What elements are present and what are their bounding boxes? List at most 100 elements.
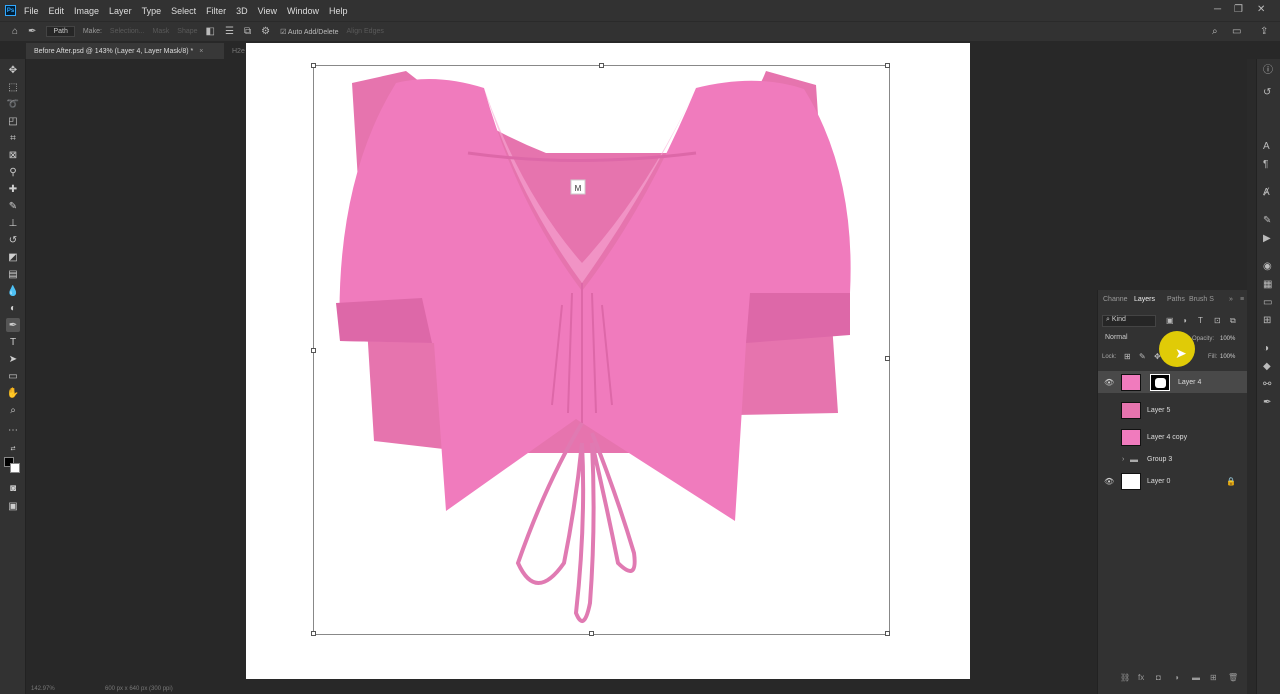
chevron-right-icon[interactable]: › [1122, 456, 1124, 463]
history-brush-tool-icon[interactable]: ↺ [6, 233, 20, 247]
align-edges-checkbox[interactable]: Align Edges [347, 28, 384, 35]
layer-mask-thumbnail[interactable] [1150, 373, 1170, 391]
swatches-icon[interactable]: ▦ [1263, 279, 1272, 290]
move-tool-icon[interactable]: ✥ [6, 63, 20, 77]
screen-mode-icon[interactable]: ▣ [6, 499, 20, 513]
transform-handle-top[interactable] [599, 63, 604, 68]
pen-tool-icon[interactable]: ✒ [6, 318, 20, 332]
quick-mask-icon[interactable]: ◙ [6, 481, 20, 495]
swap-colors-icon[interactable]: ⇄ [6, 441, 20, 455]
home-icon[interactable]: ⌂ [12, 26, 18, 37]
tab-layers[interactable]: Layers [1134, 296, 1155, 303]
layer-name[interactable]: Layer 5 [1147, 407, 1170, 414]
patterns-icon[interactable]: ⊞ [1263, 315, 1271, 326]
gear-icon[interactable]: ⚙ [261, 26, 270, 37]
character-icon[interactable]: A [1263, 141, 1270, 152]
tool-mode-select[interactable]: Path [46, 26, 75, 37]
menu-help[interactable]: Help [329, 6, 348, 16]
menu-window[interactable]: Window [287, 6, 319, 16]
minimize-icon[interactable]: ─ [1214, 4, 1221, 15]
info-icon[interactable]: ⓘ [1263, 61, 1273, 76]
hand-tool-icon[interactable]: ✋ [6, 386, 20, 400]
opacity-input[interactable]: 100% [1220, 336, 1235, 342]
tab-close-icon[interactable]: × [199, 48, 203, 55]
layer-row-layer-0[interactable]: 👁 Layer 0 🔒 [1098, 470, 1248, 492]
pen-tool-preset-icon[interactable]: ✒ [28, 26, 36, 37]
rectangle-tool-icon[interactable]: ▭ [6, 369, 20, 383]
filter-shape-icon[interactable]: ⊡ [1214, 316, 1221, 325]
eraser-tool-icon[interactable]: ◩ [6, 250, 20, 264]
auto-add-delete-checkbox[interactable]: ☑ Auto Add/Delete [280, 28, 338, 36]
layer-row-group-3[interactable]: › ▬ Group 3 [1098, 448, 1248, 470]
transform-handle-bottom[interactable] [589, 631, 594, 636]
fill-input[interactable]: 100% [1220, 354, 1235, 360]
fx-icon[interactable]: fx [1138, 673, 1144, 682]
adjustment-layer-icon[interactable]: ◑ [1174, 673, 1179, 682]
blend-mode-select[interactable]: Normal [1102, 334, 1156, 346]
dodge-tool-icon[interactable]: ◐ [6, 301, 20, 315]
selection-button[interactable]: Selection... [110, 28, 145, 35]
shape-button[interactable]: Shape [177, 28, 197, 35]
layer-row-layer-5[interactable]: Layer 5 [1098, 399, 1248, 421]
menu-layer[interactable]: Layer [109, 6, 132, 16]
healing-brush-tool-icon[interactable]: ✚ [6, 182, 20, 196]
channels-icon[interactable]: ⚯ [1263, 379, 1271, 390]
lock-pixels-icon[interactable]: ✎ [1139, 352, 1146, 361]
filter-adjustment-icon[interactable]: ◑ [1182, 316, 1187, 325]
filter-type-icon[interactable]: T [1198, 316, 1203, 325]
search-icon[interactable]: ⌕ [1212, 26, 1218, 37]
glyphs-icon[interactable]: Ⱥ [1263, 187, 1270, 198]
transform-handle-bottom-right[interactable] [885, 631, 890, 636]
tab-before-after[interactable]: Before After.psd @ 143% (Layer 4, Layer … [26, 43, 224, 59]
zoom-level[interactable]: 142.97% [31, 686, 55, 692]
background-color-swatch[interactable] [10, 463, 20, 473]
layer-name[interactable]: Layer 0 [1147, 478, 1170, 485]
layer-name[interactable]: Layer 4 [1178, 379, 1201, 386]
gradients-icon[interactable]: ▭ [1263, 297, 1272, 308]
transform-handle-top-right[interactable] [885, 63, 890, 68]
lock-transparent-icon[interactable]: ⊞ [1124, 352, 1131, 361]
object-selection-tool-icon[interactable]: ◰ [6, 114, 20, 128]
menu-view[interactable]: View [258, 6, 277, 16]
filter-kind-select[interactable]: ⌕ Kind [1102, 315, 1156, 327]
panel-menu-icon[interactable]: ≡ [1240, 296, 1244, 303]
filter-pixel-icon[interactable]: ▣ [1166, 316, 1174, 325]
more-tools-icon[interactable]: ⋯ [6, 423, 20, 437]
path-arrangement-icon[interactable]: ⧉ [244, 26, 251, 37]
zoom-tool-icon[interactable]: ⌕ [6, 403, 20, 417]
menu-file[interactable]: File [24, 6, 39, 16]
tab-paths[interactable]: Paths [1167, 296, 1185, 303]
color-icon[interactable]: ◉ [1263, 261, 1272, 272]
restore-icon[interactable]: ❐ [1234, 4, 1243, 15]
transform-handle-right[interactable] [885, 356, 890, 361]
adjustments-icon[interactable]: ◑ [1263, 343, 1269, 354]
clone-stamp-tool-icon[interactable]: ⊥ [6, 216, 20, 230]
blur-tool-icon[interactable]: 💧 [6, 284, 20, 298]
workspace-icon[interactable]: ▭ [1232, 26, 1241, 37]
visibility-eye-icon[interactable]: 👁 [1104, 378, 1114, 387]
layers-icon[interactable]: ◆ [1263, 361, 1271, 372]
layer-row-layer-4-copy[interactable]: Layer 4 copy [1098, 426, 1248, 448]
transform-bounding-box[interactable] [311, 63, 890, 636]
menu-filter[interactable]: Filter [206, 6, 226, 16]
menu-3d[interactable]: 3D [236, 6, 248, 16]
transform-handle-top-left[interactable] [311, 63, 316, 68]
crop-tool-icon[interactable]: ⌗ [6, 131, 20, 145]
path-selection-tool-icon[interactable]: ➤ [6, 352, 20, 366]
mask-button[interactable]: Mask [153, 28, 170, 35]
menu-edit[interactable]: Edit [49, 6, 65, 16]
lasso-tool-icon[interactable]: ➰ [6, 97, 20, 111]
menu-image[interactable]: Image [74, 6, 99, 16]
filter-smart-object-icon[interactable]: ⧉ [1230, 316, 1236, 326]
brush-settings-icon[interactable]: ✎ [1263, 215, 1271, 226]
add-mask-icon[interactable]: ◘ [1156, 673, 1161, 682]
brush-tool-icon[interactable]: ✎ [6, 199, 20, 213]
visibility-eye-icon[interactable]: 👁 [1104, 477, 1114, 486]
paragraph-icon[interactable]: ¶ [1263, 159, 1268, 170]
layer-name[interactable]: Layer 4 copy [1147, 434, 1187, 441]
transform-handle-left[interactable] [311, 348, 316, 353]
actions-icon[interactable]: ▶ [1263, 233, 1271, 244]
history-icon[interactable]: ↺ [1263, 87, 1271, 98]
path-operations-icon[interactable]: ◧ [206, 26, 215, 37]
new-layer-icon[interactable]: ⊞ [1210, 673, 1217, 682]
